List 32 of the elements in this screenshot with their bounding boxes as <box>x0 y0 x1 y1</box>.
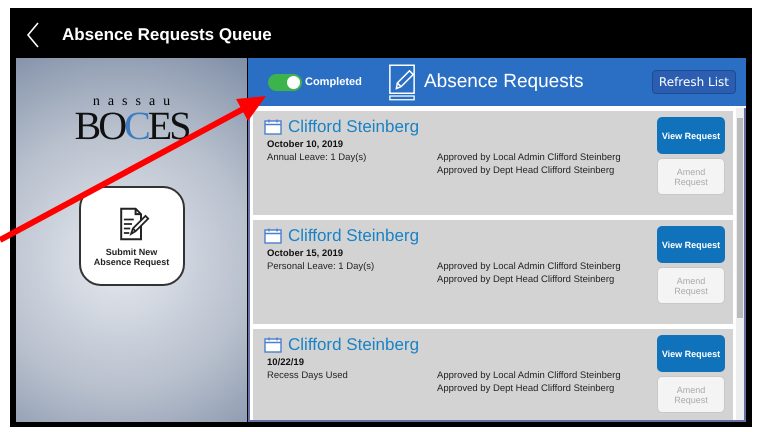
employee-name: Clifford Steinberg <box>288 335 420 355</box>
calendar-icon <box>264 119 282 135</box>
leave-type: Recess Days Used <box>267 370 349 381</box>
calendar-icon <box>264 228 282 244</box>
scrollbar[interactable] <box>736 108 744 420</box>
logo-text: BOCES <box>74 108 188 144</box>
approval-text: Approved by Dept Head Clifford Steinberg <box>437 165 616 176</box>
calendar-icon <box>264 337 282 353</box>
logo-subtitle: nassau <box>92 96 178 108</box>
back-icon[interactable] <box>26 22 40 48</box>
screen-title: Absence Requests Queue <box>62 25 272 45</box>
employee-name: Clifford Steinberg <box>288 226 420 246</box>
view-request-button[interactable]: View Request <box>657 335 725 372</box>
edit-icon <box>388 63 416 101</box>
completed-toggle[interactable] <box>268 74 302 90</box>
request-date: 10/22/19 <box>267 357 305 368</box>
request-date: October 10, 2019 <box>267 139 344 150</box>
request-date: October 15, 2019 <box>267 248 344 259</box>
refresh-button[interactable]: Refresh List <box>652 70 736 94</box>
view-request-button[interactable]: View Request <box>657 117 725 154</box>
approval-text: Approved by Local Admin Clifford Steinberg <box>437 152 622 163</box>
employee-name: Clifford Steinberg <box>288 117 420 137</box>
leave-type: Annual Leave: 1 Day(s) <box>267 152 368 163</box>
approval-text: Approved by Local Admin Clifford Steinberg <box>437 261 622 272</box>
approval-text: Approved by Dept Head Clifford Steinberg <box>437 274 616 285</box>
leave-type: Personal Leave: 1 Day(s) <box>267 261 376 272</box>
view-request-button[interactable]: View Request <box>657 226 725 263</box>
approval-text: Approved by Local Admin Clifford Steinberg <box>437 370 622 381</box>
toggle-label: Completed <box>305 76 362 88</box>
list-title: Absence Requests <box>424 71 584 93</box>
approval-text: Approved by Dept Head Clifford Steinberg <box>437 383 616 394</box>
submit-request-button[interactable]: Submit New Absence Request <box>78 186 184 286</box>
